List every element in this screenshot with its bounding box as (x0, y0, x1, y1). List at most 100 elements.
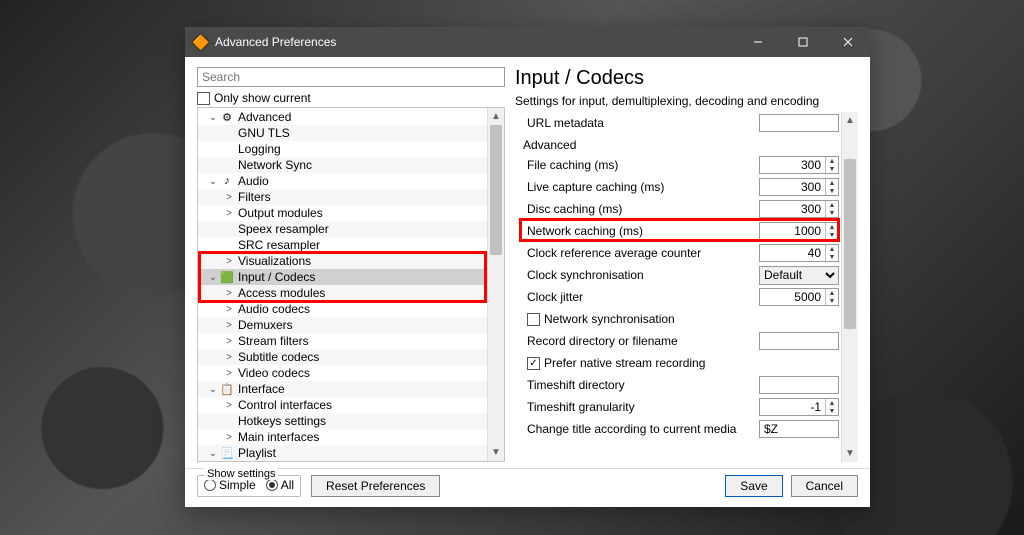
tree-item[interactable]: ⌄📋Interface (198, 381, 487, 397)
setting-text-input[interactable] (759, 332, 839, 350)
tree-item[interactable]: ⌄♪Audio (198, 173, 487, 189)
tree-item[interactable]: Speex resampler (198, 221, 487, 237)
minimize-button[interactable] (735, 27, 780, 57)
tree-item[interactable]: >Visualizations (198, 253, 487, 269)
tree-item[interactable]: >Output modules (198, 205, 487, 221)
setting-spinbox[interactable]: 1000▲▼ (759, 222, 839, 240)
setting-checkbox[interactable]: ✓Prefer native stream recording (515, 352, 841, 374)
close-icon (843, 37, 853, 47)
spin-down-icon[interactable]: ▼ (826, 297, 838, 305)
setting-spinbox[interactable]: 300▲▼ (759, 200, 839, 218)
setting-spinbox[interactable]: -1▲▼ (759, 398, 839, 416)
tree-scroll-thumb[interactable] (490, 125, 502, 255)
scroll-up-icon[interactable]: ▲ (488, 108, 504, 125)
spin-down-icon[interactable]: ▼ (826, 187, 838, 195)
tree-item[interactable]: >Audio codecs (198, 301, 487, 317)
iface-icon: 📋 (220, 382, 234, 396)
chevron-right-icon[interactable]: > (222, 400, 236, 411)
spinbox-buttons[interactable]: ▲▼ (825, 289, 838, 305)
tree-scrollbar[interactable]: ▲ ▼ (487, 108, 504, 461)
checkbox-icon (197, 92, 210, 105)
setting-spinbox[interactable]: 300▲▼ (759, 156, 839, 174)
chevron-right-icon[interactable]: > (222, 368, 236, 379)
chevron-right-icon[interactable]: > (222, 208, 236, 219)
setting-text-input[interactable] (759, 114, 839, 132)
spin-down-icon[interactable]: ▼ (826, 253, 838, 261)
chevron-down-icon[interactable]: ⌄ (206, 272, 220, 283)
reset-preferences-button[interactable]: Reset Preferences (311, 475, 440, 497)
settings-scrollbar[interactable]: ▲ ▼ (841, 112, 858, 462)
category-tree: ⌄⚙AdvancedGNU TLSLoggingNetwork Sync⌄♪Au… (197, 107, 505, 462)
tree-item[interactable]: SRC resampler (198, 237, 487, 253)
chevron-right-icon[interactable]: > (222, 288, 236, 299)
chevron-right-icon[interactable]: > (222, 432, 236, 443)
setting-spinbox[interactable]: 5000▲▼ (759, 288, 839, 306)
spin-up-icon[interactable]: ▲ (826, 399, 838, 407)
tree-item[interactable]: Network Sync (198, 157, 487, 173)
setting-text-input[interactable] (759, 376, 839, 394)
spinbox-buttons[interactable]: ▲▼ (825, 399, 838, 415)
spinbox-buttons[interactable]: ▲▼ (825, 223, 838, 239)
chevron-right-icon[interactable]: > (222, 304, 236, 315)
spin-down-icon[interactable]: ▼ (826, 209, 838, 217)
spinbox-buttons[interactable]: ▲▼ (825, 201, 838, 217)
spin-up-icon[interactable]: ▲ (826, 289, 838, 297)
scroll-up-icon[interactable]: ▲ (842, 112, 858, 129)
spin-up-icon[interactable]: ▲ (826, 179, 838, 187)
setting-spinbox[interactable]: 300▲▼ (759, 178, 839, 196)
spin-up-icon[interactable]: ▲ (826, 223, 838, 231)
spin-down-icon[interactable]: ▼ (826, 407, 838, 415)
tree-item[interactable]: >Demuxers (198, 317, 487, 333)
setting-select[interactable]: Default (759, 266, 839, 285)
maximize-button[interactable] (780, 27, 825, 57)
setting-row: File caching (ms)300▲▼ (515, 154, 841, 176)
close-button[interactable] (825, 27, 870, 57)
setting-spinbox[interactable]: 40▲▼ (759, 244, 839, 262)
chevron-right-icon[interactable]: > (222, 256, 236, 267)
tree-item[interactable]: >Subtitle codecs (198, 349, 487, 365)
spinbox-buttons[interactable]: ▲▼ (825, 245, 838, 261)
setting-checkbox[interactable]: Network synchronisation (515, 308, 841, 330)
settings-scroll-thumb[interactable] (844, 159, 856, 329)
tree-item[interactable]: ⌄📃Playlist (198, 445, 487, 461)
tree-item[interactable]: >Main interfaces (198, 429, 487, 445)
setting-label: Disc caching (ms) (527, 202, 759, 216)
save-button[interactable]: Save (725, 475, 782, 497)
tree-item[interactable]: Logging (198, 141, 487, 157)
all-radio[interactable]: All (266, 478, 294, 492)
simple-radio[interactable]: Simple (204, 478, 256, 492)
spin-down-icon[interactable]: ▼ (826, 231, 838, 239)
chevron-down-icon[interactable]: ⌄ (206, 448, 220, 459)
chevron-right-icon[interactable]: > (222, 192, 236, 203)
tree-item[interactable]: ⌄⚙Advanced (198, 109, 487, 125)
setting-row: URL metadata (515, 112, 841, 134)
tree-item[interactable]: >Video codecs (198, 365, 487, 381)
tree-item[interactable]: ⌄🟩Input / Codecs (198, 269, 487, 285)
tree-item[interactable]: Hotkeys settings (198, 413, 487, 429)
setting-row: Timeshift directory (515, 374, 841, 396)
tree-item[interactable]: >Control interfaces (198, 397, 487, 413)
scroll-down-icon[interactable]: ▼ (488, 444, 504, 461)
chevron-down-icon[interactable]: ⌄ (206, 384, 220, 395)
spinbox-buttons[interactable]: ▲▼ (825, 179, 838, 195)
chevron-down-icon[interactable]: ⌄ (206, 112, 220, 123)
setting-text-input[interactable] (759, 420, 839, 438)
search-input[interactable] (197, 67, 505, 87)
tree-item[interactable]: >Stream filters (198, 333, 487, 349)
tree-item[interactable]: >Filters (198, 189, 487, 205)
only-show-current-checkbox[interactable]: Only show current (197, 91, 505, 105)
spin-up-icon[interactable]: ▲ (826, 201, 838, 209)
scroll-down-icon[interactable]: ▼ (842, 445, 858, 462)
titlebar[interactable]: 🔶 Advanced Preferences (185, 27, 870, 57)
spin-up-icon[interactable]: ▲ (826, 245, 838, 253)
tree-item[interactable]: >Access modules (198, 285, 487, 301)
chevron-right-icon[interactable]: > (222, 352, 236, 363)
spin-up-icon[interactable]: ▲ (826, 157, 838, 165)
spin-down-icon[interactable]: ▼ (826, 165, 838, 173)
chevron-down-icon[interactable]: ⌄ (206, 176, 220, 187)
chevron-right-icon[interactable]: > (222, 336, 236, 347)
cancel-button[interactable]: Cancel (791, 475, 858, 497)
chevron-right-icon[interactable]: > (222, 320, 236, 331)
spinbox-buttons[interactable]: ▲▼ (825, 157, 838, 173)
tree-item[interactable]: GNU TLS (198, 125, 487, 141)
